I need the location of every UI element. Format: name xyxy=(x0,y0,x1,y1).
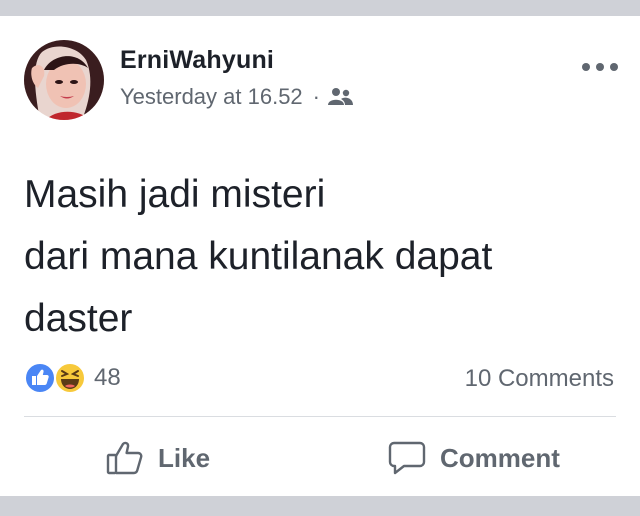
avatar[interactable] xyxy=(24,40,104,120)
reaction-count: 48 xyxy=(94,364,121,391)
like-button-label: Like xyxy=(158,442,211,473)
reaction-summary[interactable]: 48 xyxy=(24,362,121,394)
feed-background-top xyxy=(0,0,640,16)
more-dot xyxy=(610,63,618,71)
more-dot xyxy=(582,63,590,71)
post-text-line: Masih jadi misteri xyxy=(24,173,326,216)
speech-bubble-icon xyxy=(388,441,426,475)
like-reaction-icon xyxy=(24,362,56,394)
friends-icon[interactable] xyxy=(328,87,354,107)
meta-separator: · xyxy=(312,84,320,109)
post-text: Masih jadi misteri dari mana kuntilanak … xyxy=(24,164,624,350)
post-card: ErniWahyuni Yesterday at 16.52 · Masih j… xyxy=(0,16,640,496)
haha-reaction-icon xyxy=(54,362,86,394)
comments-count-link[interactable]: 10 Comments xyxy=(465,365,614,393)
more-dot xyxy=(596,63,604,71)
more-options-icon[interactable] xyxy=(582,60,618,74)
thumbs-up-icon xyxy=(106,441,143,475)
post-text-line: dari mana kuntilanak dapat xyxy=(24,235,493,278)
feed-background-bottom xyxy=(0,496,640,516)
comment-button[interactable]: Comment xyxy=(388,440,560,476)
post-timestamp[interactable]: Yesterday at 16.52 xyxy=(120,84,303,110)
comment-button-label: Comment xyxy=(440,442,560,473)
divider xyxy=(24,416,616,417)
author-name[interactable]: ErniWahyuni xyxy=(120,46,274,75)
post-meta: Yesterday at 16.52 · xyxy=(120,84,354,110)
post-text-line: daster xyxy=(24,297,133,340)
like-button[interactable]: Like xyxy=(106,440,210,476)
